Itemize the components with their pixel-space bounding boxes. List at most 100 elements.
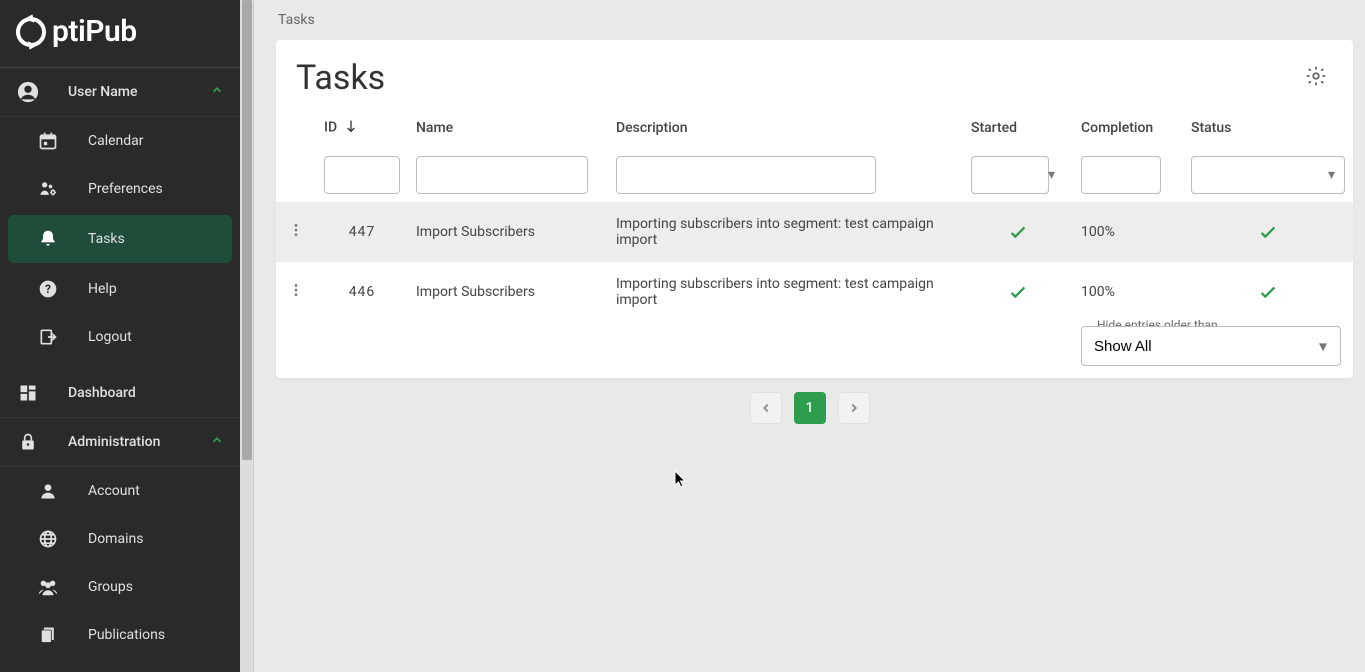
column-label: Description (616, 120, 688, 136)
dots-vertical-icon (288, 222, 304, 238)
filter-id-input[interactable] (324, 156, 400, 194)
cell-started (963, 262, 1073, 322)
sidebar-item-label: Groups (88, 579, 133, 595)
chevron-up-icon (210, 433, 224, 451)
logo-text: ptiPub (52, 14, 137, 49)
check-icon (1007, 221, 1029, 243)
lock-icon (16, 430, 40, 454)
table-row: 446 Import Subscribers Importing subscri… (276, 262, 1353, 322)
sidebar-item-preferences[interactable]: Preferences (0, 165, 240, 213)
pagination: 1 (254, 392, 1365, 424)
bell-icon (36, 227, 60, 251)
column-label: Completion (1081, 120, 1153, 136)
filter-row: ▾ ▾ (276, 148, 1353, 202)
calendar-icon (36, 129, 60, 153)
logout-icon (36, 325, 60, 349)
preferences-icon (36, 177, 60, 201)
cursor-icon (674, 470, 688, 492)
sidebar-item-label: Tasks (88, 231, 125, 247)
help-icon: ? (36, 277, 60, 301)
sidebar-item-label: Help (88, 281, 117, 297)
cell-description: Importing subscribers into segment: test… (608, 262, 963, 322)
groups-icon (36, 575, 60, 599)
sidebar-item-publications[interactable]: Publications (0, 611, 240, 659)
column-label: ID (324, 120, 337, 136)
cell-completion: 100% (1073, 202, 1183, 262)
sidebar-item-label: Publications (88, 627, 165, 643)
check-icon (1257, 221, 1279, 243)
sidebar-item-label: Administration (68, 434, 160, 450)
cell-status (1183, 262, 1353, 322)
cell-started (963, 202, 1073, 262)
row-menu-button[interactable] (276, 202, 316, 262)
table-row: 447 Import Subscribers Importing subscri… (276, 202, 1353, 262)
user-circle-icon (16, 80, 40, 104)
page-title: Tasks (296, 58, 385, 98)
sidebar-item-calendar[interactable]: Calendar (0, 117, 240, 165)
person-icon (36, 479, 60, 503)
sidebar-item-help[interactable]: ? Help (0, 265, 240, 313)
hide-entries-control: Hide entries older than Show All ▾ (1081, 326, 1341, 366)
page-next-button[interactable] (838, 392, 870, 424)
dots-vertical-icon (288, 282, 304, 298)
sidebar-item-label: Dashboard (68, 385, 136, 401)
sidebar-item-label: Account (88, 483, 140, 499)
column-label: Status (1191, 120, 1231, 136)
filter-name-input[interactable] (416, 156, 588, 194)
filter-status-select[interactable] (1191, 156, 1345, 194)
check-icon (1007, 281, 1029, 303)
sidebar: ptiPub User Name Calendar Preferences (0, 0, 240, 672)
chevron-right-icon (847, 401, 861, 415)
filter-completion-input[interactable] (1081, 156, 1161, 194)
sidebar-item-dashboard[interactable]: Dashboard (0, 369, 240, 418)
page-current[interactable]: 1 (794, 392, 826, 424)
sidebar-admin-header[interactable]: Administration (0, 418, 240, 467)
svg-text:?: ? (45, 282, 51, 296)
globe-icon (36, 527, 60, 551)
column-header-name[interactable]: Name (408, 108, 608, 148)
chevron-left-icon (759, 401, 773, 415)
sidebar-item-logout[interactable]: Logout (0, 313, 240, 361)
breadcrumb-text: Tasks (278, 12, 315, 28)
column-header-started[interactable]: Started (963, 108, 1073, 148)
logo-icon (16, 17, 46, 47)
cell-completion: 100% (1073, 262, 1183, 322)
sidebar-item-label: Logout (88, 329, 132, 345)
sidebar-item-groups[interactable]: Groups (0, 563, 240, 611)
app-logo[interactable]: ptiPub (0, 0, 240, 68)
cell-id: 447 (316, 202, 408, 262)
filter-description-input[interactable] (616, 156, 876, 194)
dropdown-icon: ▾ (1048, 167, 1055, 183)
cell-id: 446 (316, 262, 408, 322)
tasks-card: Tasks ID Name Descrip (276, 40, 1353, 378)
table-settings-button[interactable] (1299, 59, 1333, 97)
column-header-description[interactable]: Description (608, 108, 963, 148)
sidebar-item-label: Domains (88, 531, 143, 547)
sidebar-item-system-settings[interactable]: System Settings (0, 659, 240, 672)
check-icon (1257, 281, 1279, 303)
sidebar-user-header[interactable]: User Name (0, 68, 240, 117)
chevron-up-icon (210, 83, 224, 101)
filter-started-select[interactable] (971, 156, 1049, 194)
cell-name: Import Subscribers (408, 262, 608, 322)
column-header-status[interactable]: Status (1183, 108, 1353, 148)
sidebar-item-account[interactable]: Account (0, 467, 240, 515)
sort-desc-icon (343, 118, 359, 138)
hide-entries-select[interactable]: Show All (1081, 326, 1341, 366)
sidebar-item-domains[interactable]: Domains (0, 515, 240, 563)
gear-icon (1305, 65, 1327, 87)
sidebar-user-label: User Name (68, 84, 137, 100)
column-header-completion[interactable]: Completion (1073, 108, 1183, 148)
documents-icon (36, 623, 60, 647)
scrollbar-gutter (240, 0, 254, 672)
breadcrumb[interactable]: Tasks (254, 0, 1365, 40)
sidebar-item-tasks[interactable]: Tasks (8, 215, 232, 263)
column-header-id[interactable]: ID (316, 108, 408, 148)
cell-name: Import Subscribers (408, 202, 608, 262)
cell-description: Importing subscribers into segment: test… (608, 202, 963, 262)
cell-status (1183, 202, 1353, 262)
tasks-table: ID Name Description Started Completion S… (276, 108, 1353, 322)
scrollbar-thumb[interactable] (242, 0, 252, 460)
row-menu-button[interactable] (276, 262, 316, 322)
page-prev-button[interactable] (750, 392, 782, 424)
